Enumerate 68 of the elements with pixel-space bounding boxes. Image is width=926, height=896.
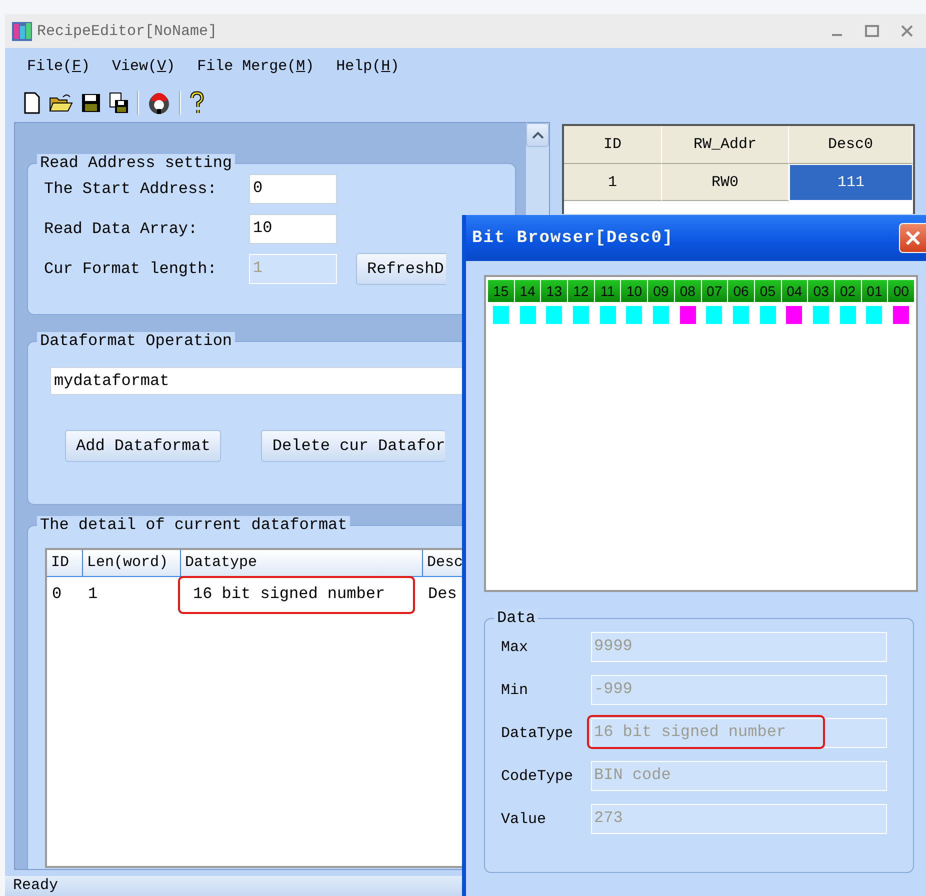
column-header[interactable]: ID (564, 126, 662, 164)
column-header[interactable]: ID (47, 550, 83, 576)
grid-cell[interactable]: 1 (564, 164, 662, 201)
bit-header: 13 (541, 280, 568, 302)
menu-item[interactable]: View(V) (112, 58, 176, 74)
bit-header: 07 (702, 280, 728, 302)
open-folder-icon[interactable] (49, 93, 73, 113)
delete-button[interactable]: Delete cur Datafor (261, 430, 446, 462)
group-title: The detail of current dataformat (40, 516, 348, 534)
window-title: RecipeEditor[NoName] (37, 22, 218, 40)
input-field: 9999 (591, 632, 887, 662)
bit-header: 06 (728, 280, 754, 302)
app-icon (11, 20, 33, 42)
input-field: 273 (591, 804, 887, 834)
input-field[interactable]: 0 (249, 174, 337, 204)
field-label: The Start Address: (43, 180, 218, 198)
bit-header: 00 (888, 280, 914, 302)
column-header[interactable]: Len(word) (83, 550, 181, 576)
bit-header: 10 (621, 280, 648, 302)
input-field[interactable]: 10 (249, 214, 337, 244)
menu-item[interactable]: File(F) (27, 58, 90, 74)
input-field: -999 (591, 675, 887, 705)
bit-header: 08 (674, 280, 700, 302)
input-field: 1 (249, 254, 337, 284)
field-label: Cur Format length: (43, 260, 218, 278)
group-title: Read Address setting (40, 154, 232, 172)
column-header[interactable]: RW_Addr (662, 126, 789, 164)
group-title: Dataformat Operation (40, 332, 232, 350)
save-icon[interactable] (81, 93, 101, 113)
new-file-icon[interactable] (23, 92, 41, 114)
table-cell-text: 0 (51, 585, 63, 603)
dialog-title: Bit Browser[Desc0] (472, 228, 674, 248)
add-button[interactable]: Add Dataformat (65, 430, 222, 462)
bit-header: 11 (594, 280, 620, 302)
save-as-icon[interactable] (109, 92, 129, 114)
input-field: BIN code (591, 761, 887, 791)
field-label: CodeType (500, 768, 574, 784)
bit-header: 14 (514, 280, 540, 302)
bit-header: 12 (568, 280, 594, 302)
bit-header: 02 (834, 280, 861, 302)
column-header[interactable]: Desc0 (789, 126, 913, 164)
field-label: Max (500, 638, 530, 656)
help-icon[interactable] (189, 91, 205, 115)
menu-item[interactable]: File Merge(M) (197, 58, 314, 74)
maximize-icon[interactable] (865, 25, 879, 37)
bit-header: 05 (754, 280, 781, 302)
close-icon (905, 230, 921, 246)
close-icon[interactable] (901, 25, 913, 37)
bit-header: 09 (648, 280, 674, 302)
column-header[interactable]: Datatype (181, 550, 423, 576)
caret-icon[interactable] (532, 131, 544, 139)
bit-header: 15 (488, 280, 514, 302)
table-cell: 16 bit signed number (181, 585, 423, 603)
table-cell-text: 1 (87, 585, 99, 603)
bit-header: 03 (808, 280, 834, 302)
menu-item[interactable]: Help(H) (336, 58, 400, 74)
field-label: Read Data Array: (43, 220, 199, 238)
bit-header: 04 (782, 280, 808, 302)
bit-header: 01 (862, 280, 888, 302)
grid-cell[interactable]: RW0 (662, 164, 789, 201)
table-cell-text: Des (427, 585, 458, 603)
field-label: Min (500, 682, 530, 698)
field-label: DataType (500, 724, 574, 742)
close-button[interactable] (899, 223, 926, 253)
refresh-button[interactable]: RefreshD (356, 253, 446, 285)
grid-cell[interactable]: 111 (789, 164, 913, 201)
group-title: Data (497, 609, 536, 627)
field-label: Value (500, 810, 548, 828)
